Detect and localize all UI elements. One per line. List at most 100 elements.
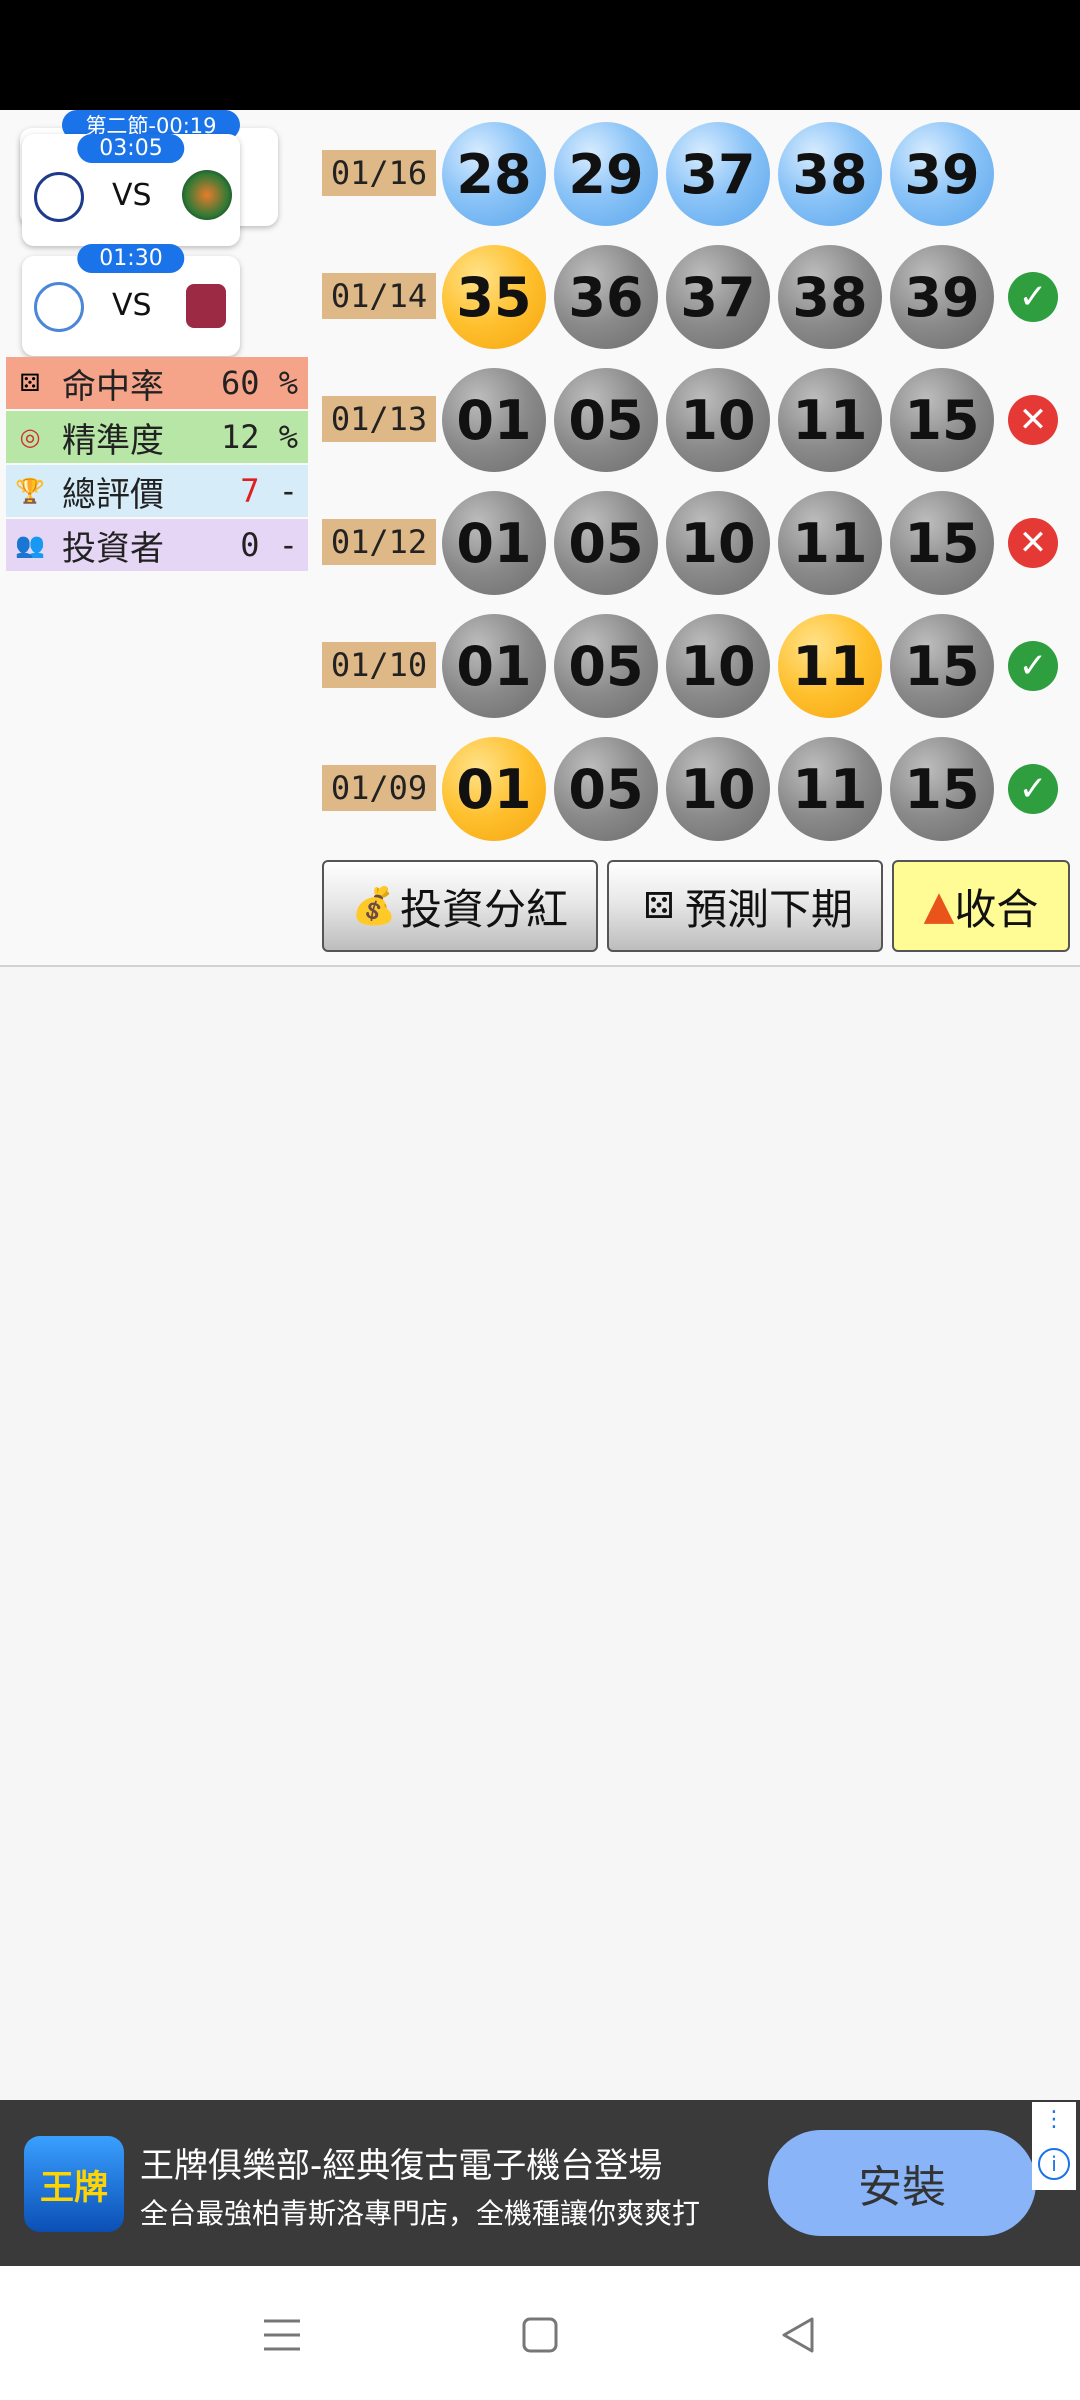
number-ball: 01 [442, 491, 546, 595]
number-ball: 35 [442, 245, 546, 349]
stat-number: 60 % [220, 364, 298, 402]
ad-install-button[interactable]: 安裝 [768, 2130, 1036, 2236]
number-ball: 10 [666, 614, 770, 718]
match-time: 03:05 [77, 134, 185, 163]
draw-date: 01/10 [322, 642, 436, 688]
stat-suffix: - [259, 526, 298, 564]
status-bar [0, 0, 1080, 110]
number-ball: 15 [890, 491, 994, 595]
cross-circle-icon: ✕ [1008, 518, 1058, 568]
draw-date: 01/09 [322, 765, 436, 811]
check-circle-icon: ✓ [1008, 764, 1058, 814]
triangle-up-icon: ▲ [923, 883, 955, 929]
draw-row: 01/16 28 29 37 38 39 [322, 122, 1062, 226]
stat-value: 12 % [221, 418, 298, 456]
ad-banner[interactable]: 王牌 王牌俱樂部-經典復古電子機台登場 全台最強柏青斯洛專門店，全機種讓你爽爽打… [0, 2100, 1080, 2266]
system-nav-bar [0, 2266, 1080, 2400]
number-ball: 11 [778, 737, 882, 841]
trophy-icon: 🏆 [15, 477, 45, 505]
predict-next-label: 預測下期 [684, 884, 853, 934]
ad-info-icon[interactable]: ⋮ i [1032, 2102, 1076, 2190]
number-ball: 10 [666, 368, 770, 472]
invest-dividend-button[interactable]: 💰 投資分紅 [322, 860, 598, 952]
home-icon[interactable] [510, 2310, 570, 2360]
match-time: 01:30 [77, 244, 185, 273]
stat-number: 12 % [220, 418, 298, 456]
stat-number: 0 [240, 526, 260, 564]
collapse-label: 收合 [954, 884, 1039, 934]
team-logo-away [182, 170, 232, 220]
number-ball: 38 [778, 245, 882, 349]
draw-date: 01/12 [322, 519, 436, 565]
number-ball: 11 [778, 614, 882, 718]
number-ball: 15 [890, 737, 994, 841]
number-ball: 15 [890, 368, 994, 472]
ad-app-logo: 王牌 [24, 2136, 124, 2232]
number-ball: 01 [442, 737, 546, 841]
coins-icon: 💰 [351, 886, 397, 927]
number-ball: 39 [890, 245, 994, 349]
draw-row: 01/14 35 36 37 38 39 ✓ [322, 245, 1062, 349]
number-ball: 11 [778, 368, 882, 472]
info-icon: i [1038, 2147, 1070, 2180]
stat-number: 7 [240, 472, 260, 510]
stat-label: 命中率 [62, 366, 164, 407]
draw-row: 01/09 01 05 10 11 15 ✓ [322, 737, 1062, 841]
match-card[interactable]: 03:05 VS [22, 134, 240, 246]
back-icon[interactable] [768, 2310, 828, 2360]
stat-label: 投資者 [62, 528, 164, 569]
people-icon: 👥 [15, 531, 45, 559]
number-ball: 11 [778, 491, 882, 595]
number-ball: 39 [890, 122, 994, 226]
draw-row: 01/12 01 05 10 11 15 ✕ [322, 491, 1062, 595]
number-ball: 10 [666, 737, 770, 841]
number-ball: 38 [778, 122, 882, 226]
stat-suffix: - [259, 472, 298, 510]
check-circle-icon: ✓ [1008, 272, 1058, 322]
team-logo-home [34, 282, 84, 332]
number-ball: 05 [554, 491, 658, 595]
more-vert-icon: ⋮ [1043, 2106, 1065, 2132]
number-ball: 37 [666, 245, 770, 349]
vs-label: VS [112, 178, 152, 213]
ad-subtitle: 全台最強柏青斯洛專門店，全機種讓你爽爽打 [140, 2197, 701, 2230]
stat-value: 7 - [240, 472, 298, 510]
invest-dividend-label: 投資分紅 [399, 884, 568, 934]
number-ball: 15 [890, 614, 994, 718]
stat-rating: 🏆 總評價 7 - [6, 465, 308, 517]
number-ball: 37 [666, 122, 770, 226]
ad-title: 王牌俱樂部-經典復古電子機台登場 [140, 2146, 663, 2186]
draw-date: 01/16 [322, 150, 436, 196]
menu-icon[interactable] [252, 2310, 312, 2360]
team-logo-home [34, 172, 84, 222]
number-ball: 05 [554, 368, 658, 472]
check-circle-icon: ✓ [1008, 641, 1058, 691]
vs-label: VS [112, 288, 152, 323]
draw-row: 01/10 01 05 10 11 15 ✓ [322, 614, 1062, 718]
draw-row: 01/13 01 05 10 11 15 ✕ [322, 368, 1062, 472]
ad-logo-text: 王牌 [40, 2167, 108, 2208]
collapse-button[interactable]: ▲ 收合 [892, 860, 1070, 952]
cross-circle-icon: ✕ [1008, 395, 1058, 445]
stat-hit-rate: ⚄ 命中率 60 % [6, 357, 308, 409]
number-ball: 05 [554, 737, 658, 841]
predict-next-button[interactable]: ⚄ 預測下期 [607, 860, 883, 952]
match-card[interactable]: 01:30 VS [22, 244, 240, 356]
dice-icon: ⚄ [643, 885, 675, 927]
stat-value: 60 % [221, 364, 298, 402]
target-icon: ◎ [19, 423, 41, 451]
draw-date: 01/13 [322, 396, 436, 442]
number-ball: 29 [554, 122, 658, 226]
draw-date: 01/14 [322, 273, 436, 319]
dice-icon: ⚄ [19, 369, 41, 397]
number-ball: 36 [554, 245, 658, 349]
stat-value: 0 - [240, 526, 298, 564]
stat-investors: 👥 投資者 0 - [6, 519, 308, 571]
stat-label: 精準度 [62, 420, 164, 461]
number-ball: 28 [442, 122, 546, 226]
stat-accuracy: ◎ 精準度 12 % [6, 411, 308, 463]
number-ball: 01 [442, 614, 546, 718]
stat-label: 總評價 [62, 474, 164, 515]
number-ball: 05 [554, 614, 658, 718]
number-ball: 10 [666, 491, 770, 595]
